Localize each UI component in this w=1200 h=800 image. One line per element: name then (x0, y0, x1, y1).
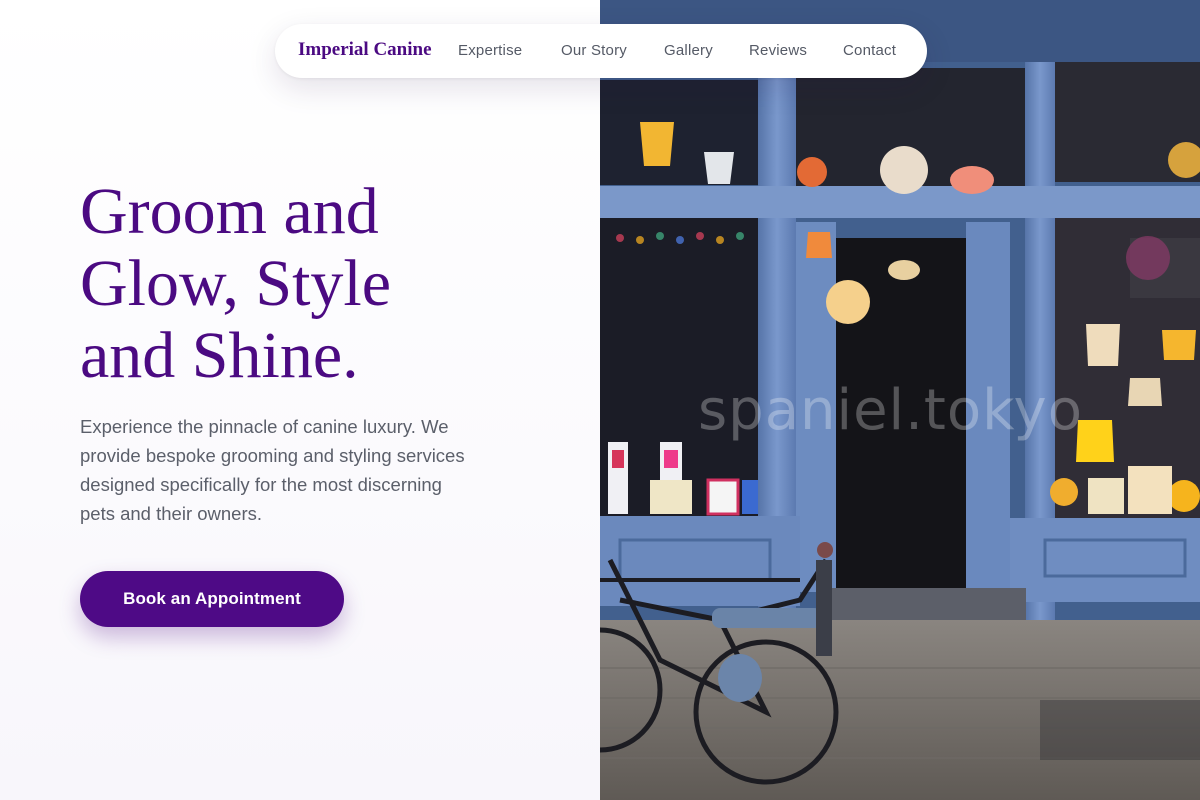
hero-title-line: Glow, Style (80, 247, 392, 320)
hero-description-line: pets and their owners. (80, 503, 263, 524)
nav-link-gallery[interactable]: Gallery (664, 42, 713, 59)
hero-description: Experience the pinnacle of canine luxury… (80, 412, 520, 528)
hero-title-line: and Shine. (80, 319, 359, 392)
hero-photo-storefront: spaniel.tokyo (600, 0, 1200, 800)
hero-description-line: Experience the pinnacle of canine luxury… (80, 416, 449, 437)
hero-description-line: designed specifically for the most disce… (80, 474, 442, 495)
nav-link-expertise[interactable]: Expertise (458, 42, 522, 59)
book-appointment-button[interactable]: Book an Appointment (80, 571, 344, 627)
hero-section: Groom and Glow, Style and Shine. Experie… (0, 0, 600, 800)
hero-title-line: Groom and (80, 175, 379, 248)
nav-link-contact[interactable]: Contact (843, 42, 896, 59)
brand-logo[interactable]: Imperial Canine (298, 39, 432, 61)
watermark-text: spaniel.tokyo (698, 378, 1083, 443)
hero-description-line: provide bespoke grooming and styling ser… (80, 445, 465, 466)
top-navigation: Imperial Canine Expertise Our Story Gall… (275, 24, 927, 78)
hero-title: Groom and Glow, Style and Shine. (80, 176, 550, 392)
nav-link-our-story[interactable]: Our Story (561, 42, 627, 59)
nav-link-reviews[interactable]: Reviews (749, 42, 807, 59)
